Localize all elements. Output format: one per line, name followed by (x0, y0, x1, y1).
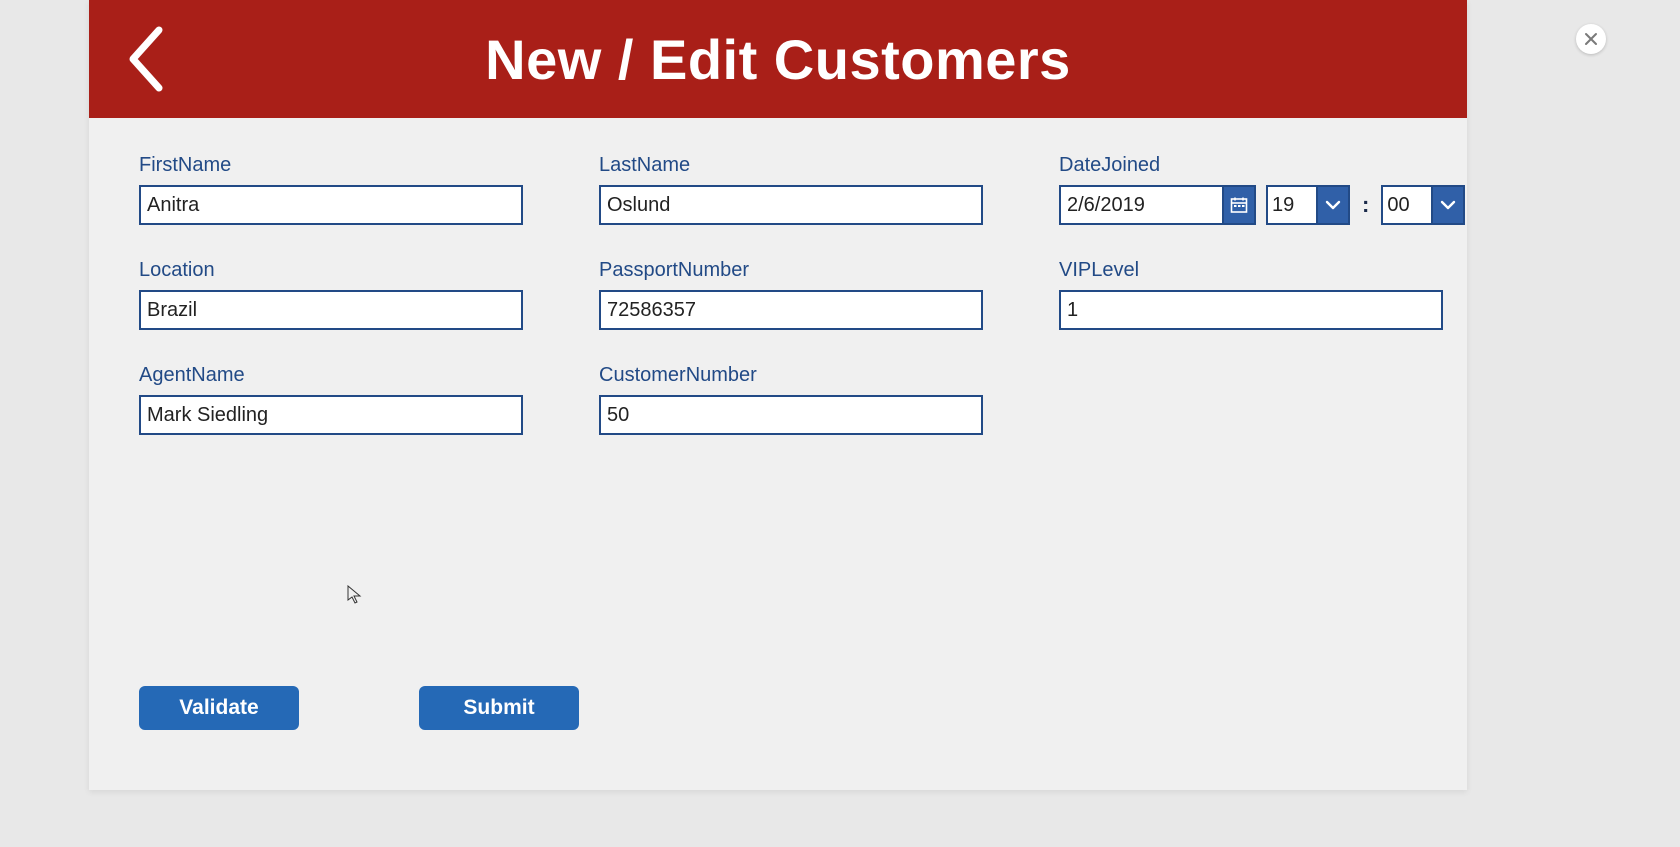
app-backdrop: New / Edit Customers FirstName LastName … (0, 0, 1680, 847)
label-last-name: LastName (599, 154, 983, 177)
form-panel: New / Edit Customers FirstName LastName … (89, 0, 1467, 790)
input-location[interactable] (139, 290, 523, 330)
back-button[interactable] (123, 24, 167, 94)
chevron-down-icon (1439, 196, 1457, 214)
field-first-name: FirstName (139, 154, 523, 225)
field-location: Location (139, 259, 523, 330)
input-customer-number[interactable] (599, 395, 983, 435)
minute-dropdown-button[interactable] (1431, 185, 1465, 225)
hour-dropdown-button[interactable] (1316, 185, 1350, 225)
time-separator: : (1360, 192, 1371, 218)
validate-button[interactable]: Validate (139, 686, 299, 730)
calendar-icon (1230, 196, 1248, 214)
empty-cell (1059, 364, 1465, 435)
field-passport-number: PassportNumber (599, 259, 983, 330)
form-area: FirstName LastName DateJoined (89, 118, 1467, 435)
close-icon (1584, 32, 1598, 46)
submit-button[interactable]: Submit (419, 686, 579, 730)
date-time-row: 19 : 00 (1059, 185, 1465, 225)
label-vip-level: VIPLevel (1059, 259, 1465, 282)
input-agent-name[interactable] (139, 395, 523, 435)
label-date-joined: DateJoined (1059, 154, 1465, 177)
input-first-name[interactable] (139, 185, 523, 225)
label-passport-number: PassportNumber (599, 259, 983, 282)
close-button[interactable] (1576, 24, 1606, 54)
input-vip-level[interactable] (1059, 290, 1443, 330)
hour-select[interactable]: 19 (1266, 185, 1350, 225)
input-passport-number[interactable] (599, 290, 983, 330)
date-picker-button[interactable] (1222, 185, 1256, 225)
chevron-left-icon (123, 24, 167, 94)
field-last-name: LastName (599, 154, 983, 225)
label-agent-name: AgentName (139, 364, 523, 387)
form-grid: FirstName LastName DateJoined (139, 154, 1417, 435)
field-agent-name: AgentName (139, 364, 523, 435)
label-customer-number: CustomerNumber (599, 364, 983, 387)
label-first-name: FirstName (139, 154, 523, 177)
date-input-wrapper (1059, 185, 1256, 225)
label-location: Location (139, 259, 523, 282)
field-date-joined: DateJoined (1059, 154, 1465, 225)
minute-select[interactable]: 00 (1381, 185, 1465, 225)
chevron-down-icon (1324, 196, 1342, 214)
field-customer-number: CustomerNumber (599, 364, 983, 435)
field-vip-level: VIPLevel (1059, 259, 1465, 330)
header-bar: New / Edit Customers (89, 0, 1467, 118)
hour-value: 19 (1266, 185, 1316, 225)
input-last-name[interactable] (599, 185, 983, 225)
input-date-joined[interactable] (1059, 185, 1222, 225)
minute-value: 00 (1381, 185, 1431, 225)
button-row: Validate Submit (139, 686, 579, 730)
page-title: New / Edit Customers (485, 27, 1071, 92)
